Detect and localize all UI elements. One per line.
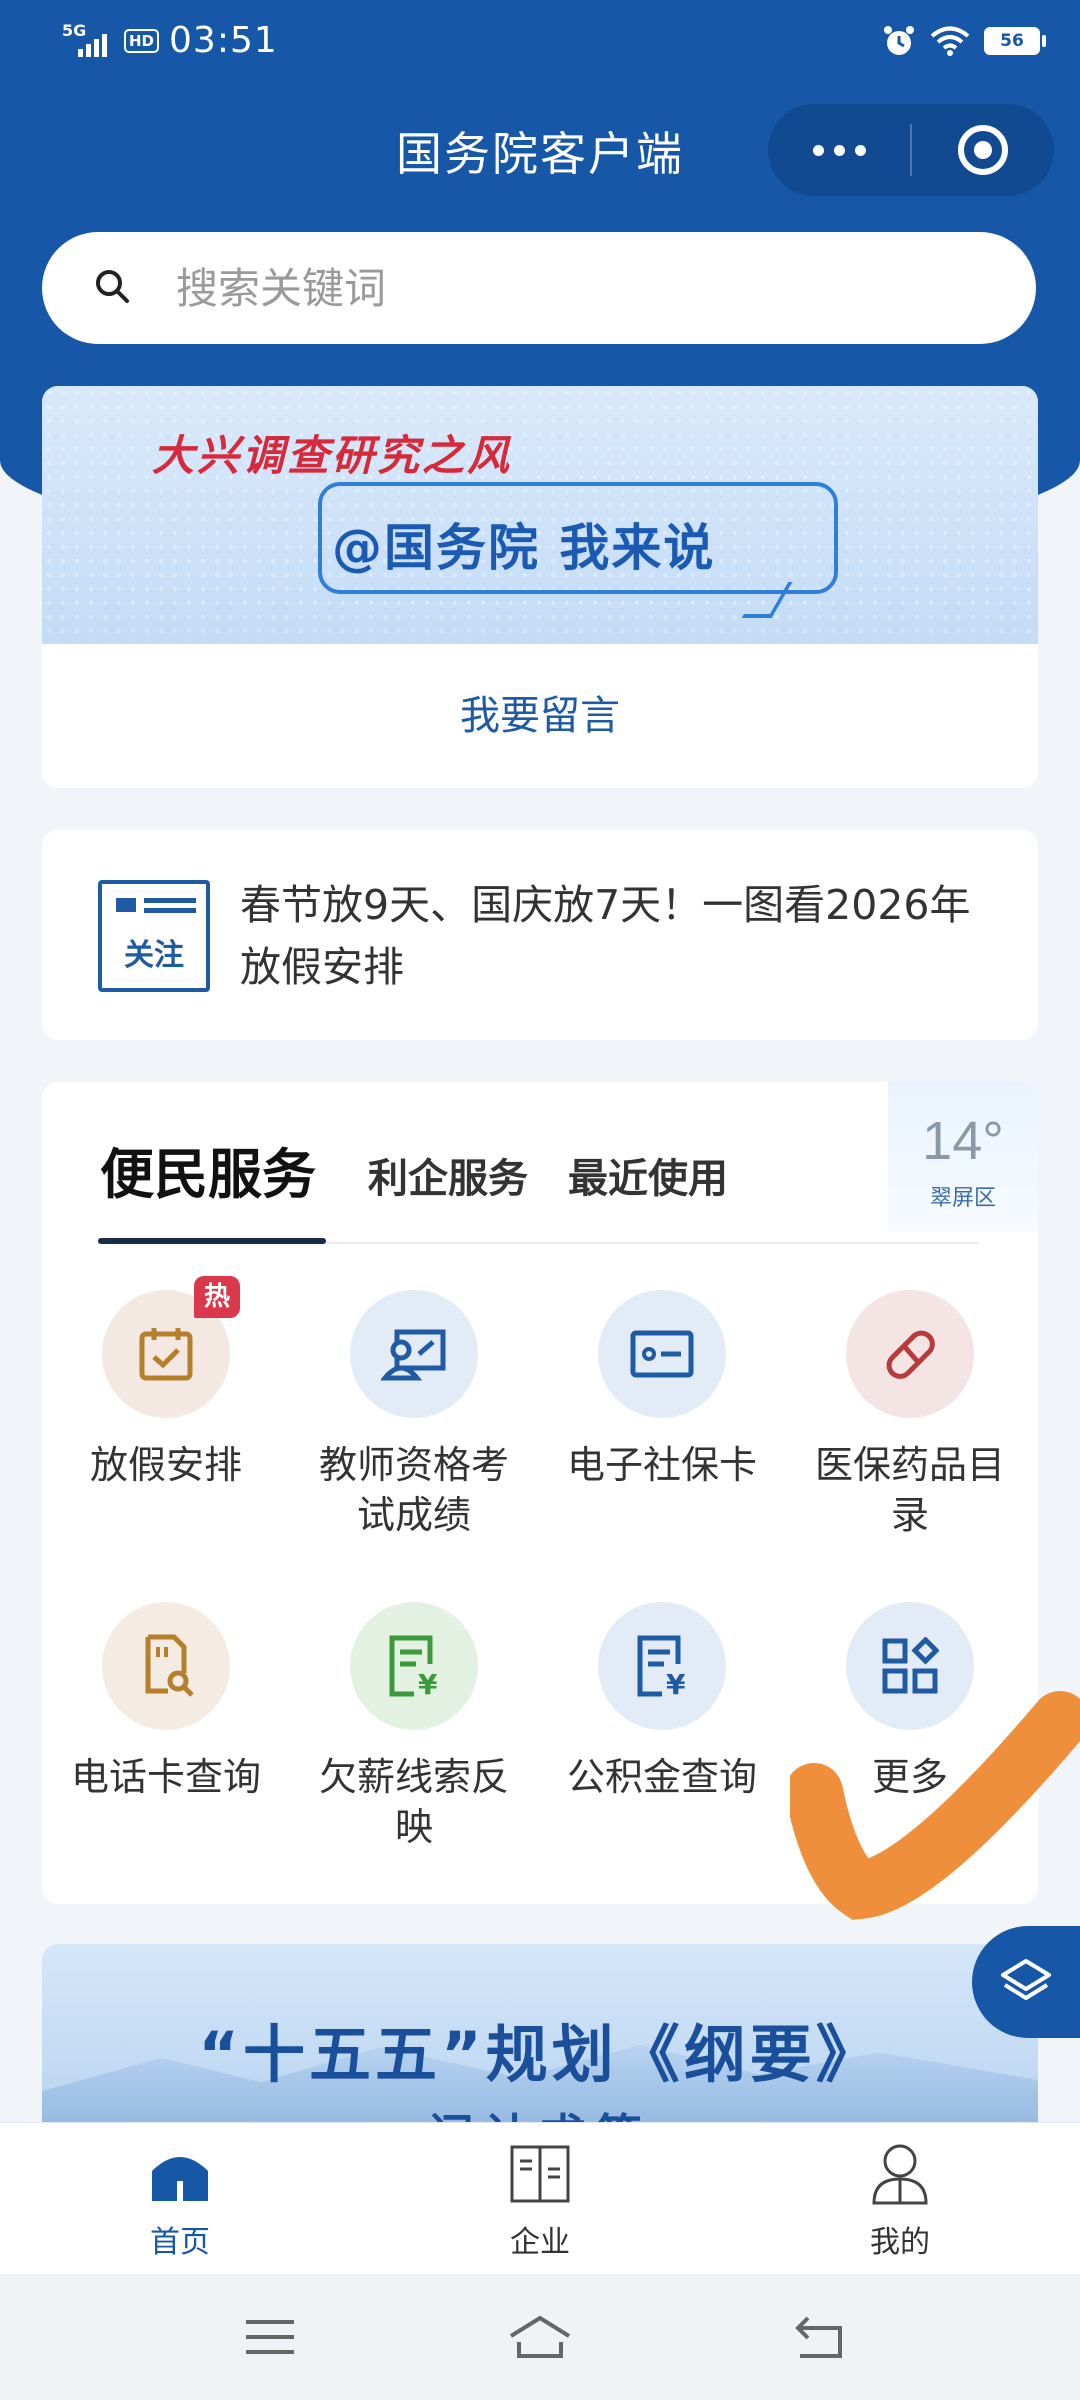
more-options-button[interactable] bbox=[768, 104, 910, 196]
sim-search-icon bbox=[145, 1634, 194, 1697]
status-bar: 5G HD 03:51 56 bbox=[0, 0, 1080, 90]
service-housing-fund-query[interactable]: ¥ 公积金查询 bbox=[538, 1602, 786, 1802]
service-teacher-exam-score[interactable]: 教师资格考试成绩 bbox=[290, 1290, 538, 1540]
dot-icon bbox=[833, 144, 845, 156]
home-icon bbox=[152, 2157, 208, 2201]
dot-icon bbox=[854, 144, 866, 156]
system-navigation-bar bbox=[0, 2274, 1080, 2400]
service-label: 放假安排 bbox=[89, 1443, 242, 1487]
search-input[interactable] bbox=[176, 254, 936, 322]
tab-home[interactable]: 首页 bbox=[80, 2141, 280, 2261]
service-holiday-schedule[interactable]: 热 放假安排 bbox=[42, 1276, 290, 1490]
news-badge-icon: 关注 bbox=[98, 880, 210, 992]
service-label: 电子社保卡 bbox=[566, 1443, 757, 1487]
banner-headline: 大兴调查研究之风 bbox=[152, 431, 513, 480]
pill-icon bbox=[886, 1330, 935, 1379]
hot-badge: 热 bbox=[194, 1276, 240, 1318]
miniapp-capsule bbox=[768, 104, 1054, 196]
temperature: 14° bbox=[922, 1111, 1004, 1171]
service-label: 医保药品目录 bbox=[814, 1443, 1005, 1537]
home-nav-icon[interactable] bbox=[505, 2312, 575, 2362]
status-right: 56 bbox=[882, 24, 1046, 58]
notice-badge-label: 关注 bbox=[124, 938, 184, 973]
checkmark-annotation bbox=[790, 1691, 1080, 1920]
layers-float-button[interactable] bbox=[972, 1926, 1080, 2038]
tab-mine[interactable]: 我的 bbox=[800, 2141, 1000, 2261]
building-icon bbox=[510, 2145, 570, 2203]
wage-document-icon: ¥ bbox=[389, 1635, 438, 1698]
tab-label: 首页 bbox=[150, 2225, 210, 2260]
promo-subtitle: 问计求策 bbox=[42, 2100, 1038, 2124]
status-left: 5G HD 03:51 bbox=[62, 20, 278, 61]
calendar-check-icon bbox=[139, 1328, 193, 1381]
svg-text:¥: ¥ bbox=[666, 1668, 686, 1698]
service-label: 教师资格考试成绩 bbox=[318, 1443, 509, 1537]
fund-document-icon: ¥ bbox=[637, 1635, 686, 1698]
plan-promo-banner[interactable]: “十五五”规划《纲要》 问计求策 bbox=[42, 1944, 1038, 2124]
target-icon bbox=[958, 125, 1008, 175]
dot-icon bbox=[812, 144, 824, 156]
user-icon bbox=[872, 2144, 928, 2205]
active-tab-indicator bbox=[98, 1238, 326, 1244]
tab-enterprise[interactable]: 企业 bbox=[440, 2141, 640, 2261]
service-phone-card-query[interactable]: 电话卡查询 bbox=[42, 1602, 290, 1802]
service-label: 公积金查询 bbox=[566, 1755, 757, 1799]
alarm-icon bbox=[884, 26, 914, 55]
banner-subline: @国务院 我来说 bbox=[332, 519, 716, 577]
search-icon bbox=[96, 270, 129, 303]
service-label: 电话卡查询 bbox=[70, 1755, 261, 1799]
service-unpaid-wage-report[interactable]: ¥ 欠薪线索反映 bbox=[290, 1602, 538, 1852]
notice-text[interactable]: 春节放9天、国庆放7天！一图看2026年放假安排 bbox=[240, 874, 1000, 998]
back-icon[interactable] bbox=[790, 2312, 850, 2362]
cellular-signal-icon: 5G bbox=[62, 21, 114, 61]
service-medical-drug-list[interactable]: 医保药品目录 bbox=[786, 1290, 1034, 1540]
teacher-board-icon bbox=[381, 1329, 446, 1381]
tab-business-services[interactable]: 利企服务 bbox=[368, 1146, 528, 1204]
leave-message-button[interactable]: 我要留言 bbox=[42, 644, 1038, 788]
search-bar[interactable] bbox=[42, 232, 1036, 344]
campaign-banner-image[interactable]: 大兴调查研究之风 @国务院 我来说 bbox=[42, 386, 1038, 644]
status-time: 03:51 bbox=[169, 20, 278, 61]
service-social-security-card[interactable]: 电子社保卡 bbox=[538, 1290, 786, 1490]
id-card-icon bbox=[630, 1330, 694, 1378]
tab-recently-used[interactable]: 最近使用 bbox=[568, 1146, 728, 1204]
promo-title: “十五五”规划《纲要》 bbox=[198, 2018, 882, 2091]
wifi-icon bbox=[930, 26, 970, 56]
bottom-tab-bar: 首页 企业 我的 bbox=[0, 2122, 1080, 2274]
service-label: 欠薪线索反映 bbox=[318, 1755, 509, 1849]
district: 翠屏区 bbox=[929, 1186, 996, 1211]
close-miniapp-button[interactable] bbox=[912, 104, 1054, 196]
tab-citizen-services[interactable]: 便民服务 bbox=[100, 1130, 316, 1209]
svg-text:¥: ¥ bbox=[418, 1668, 438, 1698]
menu-icon[interactable] bbox=[240, 2312, 300, 2362]
notice-card[interactable]: 关注 春节放9天、国庆放7天！一图看2026年放假安排 bbox=[42, 830, 1038, 1040]
hd-badge: HD bbox=[124, 28, 160, 53]
campaign-banner-card[interactable]: 大兴调查研究之风 @国务院 我来说 我要留言 bbox=[42, 386, 1038, 788]
tab-label: 企业 bbox=[510, 2225, 570, 2260]
battery-indicator: 56 bbox=[984, 27, 1046, 55]
layers-icon bbox=[1001, 1959, 1051, 2000]
tab-label: 我的 bbox=[870, 2225, 930, 2260]
weather-widget[interactable]: 14° 翠屏区 bbox=[888, 1082, 1038, 1232]
